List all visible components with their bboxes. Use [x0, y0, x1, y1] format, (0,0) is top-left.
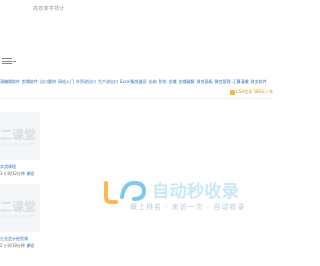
watermark-text: 二课堂 [0, 200, 37, 214]
course-thumbnail[interactable]: 二课堂 KETANG.COM [0, 184, 40, 232]
banner-logo-icon [104, 180, 147, 204]
watermark-text: 二课堂 [0, 128, 37, 142]
member-login-bar[interactable]: CSA会员 580元 / 年 [230, 88, 273, 96]
nav-item[interactable]: 演编辑软件 [0, 79, 20, 84]
nav-item[interactable]: 防伪 [159, 79, 167, 84]
nav-item[interactable]: 金蝶 [169, 79, 177, 84]
course-meta: 3 小时32分钟 课程 [0, 171, 34, 177]
nav-item[interactable]: 汇算清缴 [233, 79, 249, 84]
nav-item[interactable]: Excel服务器员 [120, 79, 147, 84]
course-tag[interactable]: 课程 [26, 243, 34, 248]
course-duration: 3 小时32分钟 [0, 171, 25, 176]
nav-item[interactable]: 生产进出口 [98, 79, 118, 84]
banner-brand: 自动秒收录 [152, 182, 240, 202]
course-tag[interactable]: 课程 [26, 171, 34, 176]
site-title: 高效率学技计 [33, 6, 65, 12]
nav-item[interactable]: 微信管理 [215, 79, 231, 84]
course-meta: 2 小时18分钟 课程 [0, 243, 34, 249]
course-duration: 2 小时18分钟 [0, 243, 25, 248]
category-nav: 演编辑软件 剪辑软件 出口题材 网站入门 外贸进出口 生产进出口 Excel服务器员 出纳 防伪… [0, 78, 273, 86]
nav-item[interactable]: 外贸进出口 [76, 79, 96, 84]
course-title[interactable]: 实战课程 [0, 164, 16, 170]
lock-icon [230, 89, 236, 95]
nav-item[interactable]: 出口题材 [40, 79, 56, 84]
nav-item[interactable]: 财务软件 [251, 79, 267, 84]
course-title[interactable]: 企业会计经验课 [0, 236, 28, 242]
watermark-subtext: KETANG.COM [2, 214, 34, 219]
nav-item[interactable]: 金蝶破解 [179, 79, 195, 84]
nav-item[interactable]: 财务面板 [197, 79, 213, 84]
auto-index-banner: 自动秒收录 做上排名 · 来访一次 · 自动收录 [100, 175, 260, 215]
member-text: CSA会员 580元 / 年 [236, 89, 273, 94]
banner-slogan: 做上排名 · 来访一次 · 自动收录 [130, 203, 246, 211]
course-thumbnail[interactable]: 二课堂 KETANG.COM [0, 112, 40, 160]
menu-icon[interactable] [2, 58, 16, 64]
nav-item[interactable]: 剪辑软件 [22, 79, 38, 84]
nav-item[interactable]: 网站入门 [58, 79, 74, 84]
watermark-subtext: KETANG.COM [2, 142, 34, 147]
nav-item[interactable]: 出纳 [149, 79, 157, 84]
divider [0, 98, 273, 99]
